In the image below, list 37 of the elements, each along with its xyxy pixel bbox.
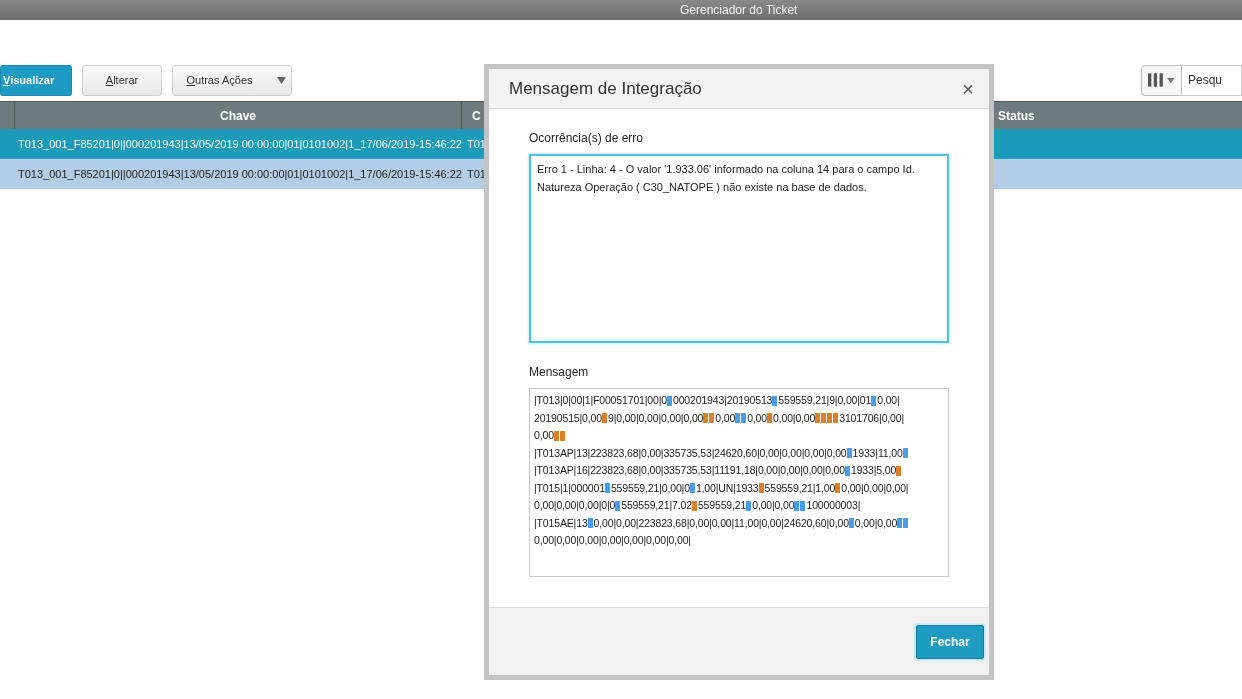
table-cell-text: T013_001_F85201|0||000201943|13/05/2019 00:00:00|01|0101002|1_17/06/2019-15:46:22 xyxy=(17,136,463,152)
message-text: 0,00|0,00|223823,68|0,00|0,00|11,00|0,00|24620,60|0,00 xyxy=(593,515,849,531)
field-label: Mensagem xyxy=(529,364,590,381)
message-text: 0,00| xyxy=(877,393,900,408)
message-text: |T015|1|000001 xyxy=(534,480,605,496)
message-text: 100000003| xyxy=(806,498,861,513)
message-text: 9|0,00|0,00|0,00|0,00 xyxy=(607,410,704,426)
message-text: 000201943|20190513 xyxy=(673,393,773,408)
field-label: Ocorrência(s) de erro xyxy=(529,130,645,147)
message-text: 0,00|0,00|0,00|0|0 xyxy=(534,498,616,513)
message-text: 0,00 xyxy=(534,428,554,443)
message-text: 0,00|0,00 xyxy=(854,515,898,531)
message-text: 559559,21|7.02 xyxy=(621,498,692,513)
message-text: 559559,21|1,00 xyxy=(764,480,836,496)
message-text: |T015AE|13 xyxy=(534,515,588,531)
message-text: 3101706|0,00| xyxy=(839,410,905,426)
message-text: 0,00|0,00 xyxy=(752,498,795,513)
message-text: 559559,21 xyxy=(697,498,747,513)
message-text: 20190515|0,00 xyxy=(534,410,602,426)
message-text: 1933|5,00 xyxy=(851,463,897,478)
table-cell-text: T01 xyxy=(466,136,486,152)
message-text: 559559,21|0,00|0 xyxy=(610,480,690,496)
message-text: |T013|0|00|1|F00051701|00|0 xyxy=(534,393,667,408)
message-text: 0,00|0,00 xyxy=(773,410,816,426)
table-cell-text: T013_001_F85201|0||000201943|13/05/2019 00:00:00|01|0101002|1_17/06/2019-15:46:22 xyxy=(17,166,463,182)
message-text: 0,00 xyxy=(715,410,736,426)
message-text: 0,00 xyxy=(747,410,767,426)
message-text: 559559,21|9|0,00|01 xyxy=(778,393,872,408)
message-text: 0,00|0,00|0,00|0,00|0,00|0,00|0,00| xyxy=(534,533,691,548)
table-cell-text: T01 xyxy=(466,166,486,182)
message-text: |T013AP|16|223823,68|0,00|335735,53|11191,18|0,00|0,00|0,00|0,00 xyxy=(534,463,845,478)
dialog-title: Mensagem de Integração xyxy=(509,77,702,100)
window-title: Gerenciador do Ticket xyxy=(680,2,798,19)
message-text: 1,00|UN|1933 xyxy=(695,480,759,496)
message-text: |T013AP|13|223823,68|0,00|335735,53|24620,60|0,00|0,00|0,00|0,00 xyxy=(534,445,847,461)
message-text: 0,00|0,00|0,00| xyxy=(841,480,909,496)
message-text: 1933|11,00 xyxy=(852,445,903,461)
